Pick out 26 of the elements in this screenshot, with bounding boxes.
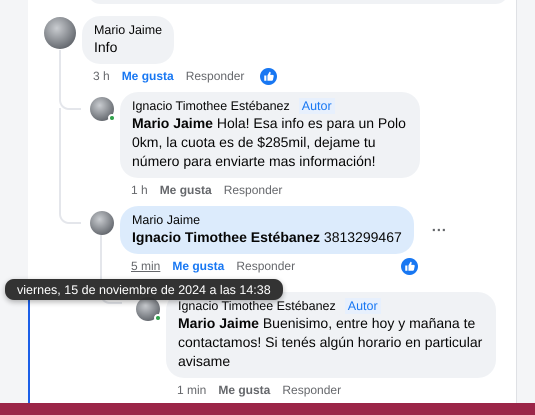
comment-time[interactable]: 1 min bbox=[177, 383, 206, 397]
comment-text: Mario Jaime Buenisimo, entre hoy y mañana te contactamos! Si tenés algún horario en particular avisame bbox=[178, 314, 484, 371]
comment-author[interactable]: Mario Jaime bbox=[94, 23, 162, 37]
like-link[interactable]: Me gusta bbox=[160, 183, 212, 197]
author-badge: Autor bbox=[298, 98, 335, 114]
online-dot bbox=[154, 314, 162, 322]
comment-text: Mario Jaime Hola! Esa info es para un Polo 0km, la cuota es de $285mil, dejame tu número para enviarte mas información! bbox=[132, 114, 407, 171]
comment-author[interactable]: Ignacio Timothee Estébanez bbox=[132, 99, 290, 113]
reply-link[interactable]: Responder bbox=[236, 259, 296, 273]
like-link[interactable]: Me gusta bbox=[172, 259, 224, 273]
reply-link[interactable]: Responder bbox=[186, 69, 244, 83]
reply-link[interactable]: Responder bbox=[282, 383, 342, 397]
timestamp-tooltip: viernes, 15 de noviembre de 2024 a las 14:38 bbox=[5, 279, 283, 300]
comment-author[interactable]: Ignacio Timothee Estébanez bbox=[178, 299, 336, 313]
author-badge: Autor bbox=[344, 298, 381, 314]
comment-time[interactable]: 1 h bbox=[131, 183, 148, 197]
comment-time[interactable]: 3 h bbox=[93, 69, 110, 83]
like-link[interactable]: Me gusta bbox=[122, 69, 174, 83]
comment-time[interactable]: 5 min bbox=[131, 259, 160, 273]
comment-text: Ignacio Timothee Estébanez 3813299467 bbox=[132, 228, 402, 247]
comment-author[interactable]: Mario Jaime bbox=[132, 213, 200, 227]
reply-link[interactable]: Responder bbox=[224, 183, 282, 197]
like-link[interactable]: Me gusta bbox=[218, 383, 270, 397]
more-options-button[interactable]: ··· bbox=[432, 222, 447, 238]
online-dot bbox=[108, 114, 116, 122]
comment-text: Info bbox=[94, 38, 118, 57]
